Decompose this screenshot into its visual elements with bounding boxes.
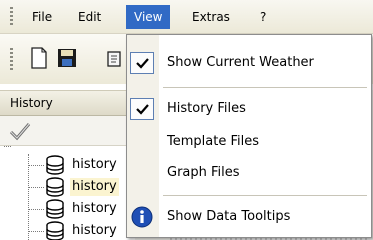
save-icon xyxy=(58,49,76,67)
tree-item-label: history xyxy=(72,223,117,238)
menu-item-show-data-tooltips[interactable]: Show Data Tooltips xyxy=(127,203,371,231)
menu-item-template-files[interactable]: Template Files xyxy=(127,128,371,156)
save-button[interactable] xyxy=(56,46,78,70)
database-icon xyxy=(46,155,64,175)
checkmark-icon xyxy=(136,104,149,115)
tree-root-connector xyxy=(4,146,11,147)
view-menu-dropdown: Show Current Weather History Files Templ… xyxy=(126,34,372,238)
menu-file[interactable]: File xyxy=(24,5,60,29)
history-panel-toolbar xyxy=(0,116,135,146)
menu-view[interactable]: View xyxy=(126,5,171,29)
toolbar-grip[interactable] xyxy=(10,48,13,70)
check-box xyxy=(130,52,154,74)
menu-item-label: Show Current Weather xyxy=(167,55,314,70)
check-tool-button[interactable] xyxy=(8,120,32,142)
menu-item-label: Graph Files xyxy=(167,165,240,180)
print-preview-icon xyxy=(107,51,121,67)
menu-separator xyxy=(163,87,367,88)
tree-item-label: history xyxy=(72,201,117,216)
database-icon xyxy=(46,177,64,197)
check-box xyxy=(130,98,154,120)
checkmark-icon xyxy=(136,58,149,69)
database-icon xyxy=(46,221,64,240)
menu-item-label: Show Data Tooltips xyxy=(167,209,291,224)
history-panel-header: History xyxy=(0,90,135,116)
menu-item-label: Template Files xyxy=(167,134,259,149)
checkmark-icon xyxy=(9,123,31,141)
tree-item-label: history xyxy=(72,157,117,172)
menu-item-show-current-weather[interactable]: Show Current Weather xyxy=(127,49,371,77)
menu-item-graph-files[interactable]: Graph Files xyxy=(127,159,371,187)
tree-item[interactable]: history xyxy=(28,220,135,240)
menu-edit[interactable]: Edit xyxy=(70,5,109,29)
tree-item-label: history xyxy=(70,178,119,196)
tree-item[interactable]: history xyxy=(28,176,135,198)
menu-item-label: History Files xyxy=(167,101,246,116)
info-icon xyxy=(131,206,153,228)
menu-item-history-files[interactable]: History Files xyxy=(127,95,371,123)
menu-extras[interactable]: Extras xyxy=(184,5,238,29)
panel-title: History xyxy=(10,96,53,110)
tree-item[interactable]: history xyxy=(28,198,135,220)
menu-help[interactable]: ? xyxy=(252,5,274,29)
menubar-grip[interactable] xyxy=(10,7,13,27)
print-preview-button[interactable] xyxy=(104,46,128,70)
menu-separator xyxy=(163,195,367,196)
tree-item[interactable]: history xyxy=(28,154,135,176)
database-icon xyxy=(46,199,64,219)
new-file-icon xyxy=(31,47,47,69)
history-tree: history history history history xyxy=(0,146,135,240)
menubar: File Edit View Extras ? xyxy=(0,0,373,34)
new-file-button[interactable] xyxy=(28,46,50,70)
